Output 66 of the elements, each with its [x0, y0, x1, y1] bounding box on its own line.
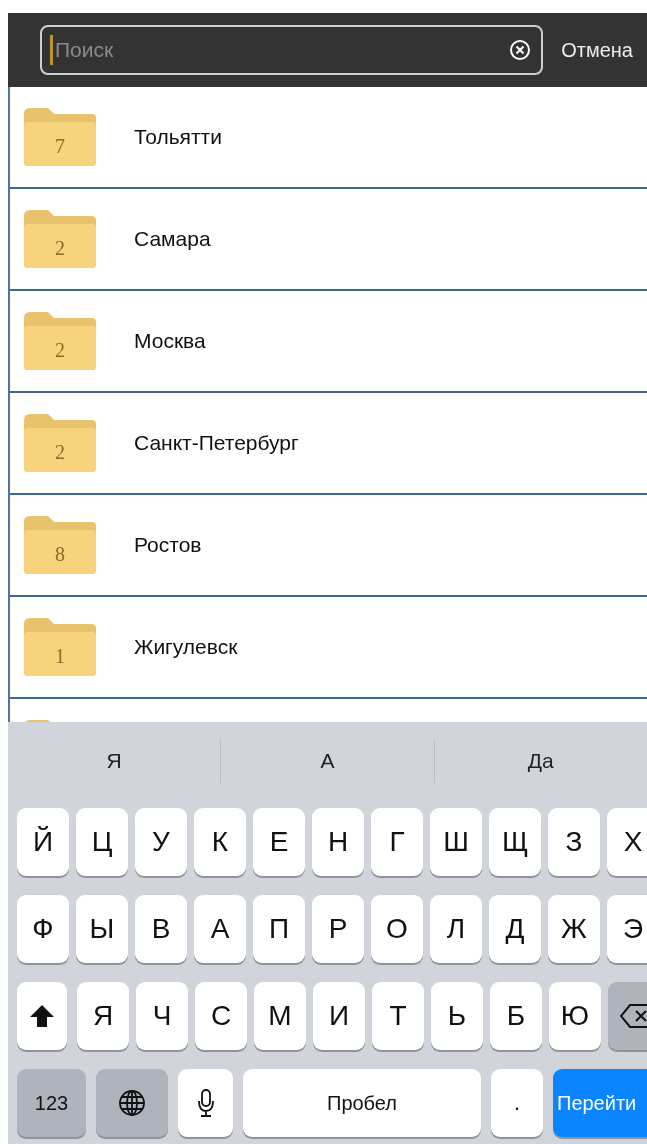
folder-row[interactable]: 2 Санкт-Петербург: [10, 393, 647, 495]
letter-key[interactable]: Н: [312, 808, 364, 876]
letter-key[interactable]: Э: [607, 895, 647, 963]
letter-key[interactable]: Е: [253, 808, 305, 876]
letter-key[interactable]: М: [254, 982, 306, 1050]
folder-name: Тольятти: [134, 125, 222, 149]
letter-key[interactable]: В: [135, 895, 187, 963]
folder-row[interactable]: 2 Самара: [10, 189, 647, 291]
folder-icon: 7: [22, 106, 98, 168]
letter-key[interactable]: Ш: [430, 808, 482, 876]
go-key[interactable]: Перейти: [553, 1069, 647, 1137]
letter-key[interactable]: Ы: [76, 895, 128, 963]
folder-row[interactable]: 1 Жигулевск: [10, 597, 647, 699]
folder-name: Москва: [134, 329, 206, 353]
folder-icon: 2: [22, 310, 98, 372]
letter-key[interactable]: Ч: [136, 982, 188, 1050]
letter-key[interactable]: П: [253, 895, 305, 963]
folder-row[interactable]: 7 Тольятти: [10, 87, 647, 189]
shift-key[interactable]: [17, 982, 67, 1050]
letter-key[interactable]: А: [194, 895, 246, 963]
folder-icon: 1: [22, 616, 98, 678]
folder-name: Ростов: [134, 533, 202, 557]
suggestion[interactable]: Да: [433, 739, 647, 783]
letter-key[interactable]: И: [313, 982, 365, 1050]
shift-icon: [29, 1003, 55, 1029]
folder-name: Санкт-Петербург: [134, 431, 299, 455]
letter-key[interactable]: Щ: [489, 808, 541, 876]
cancel-button[interactable]: Отмена: [561, 38, 633, 62]
letter-key[interactable]: Д: [489, 895, 541, 963]
suggestion[interactable]: А: [220, 739, 434, 783]
letter-key[interactable]: Ф: [17, 895, 69, 963]
letter-key[interactable]: Х: [607, 808, 647, 876]
folder-row[interactable]: 2 Москва: [10, 291, 647, 393]
folder-name: Самара: [134, 227, 211, 251]
letter-key[interactable]: О: [371, 895, 423, 963]
numbers-key[interactable]: 123: [17, 1069, 86, 1137]
letter-key[interactable]: Г: [371, 808, 423, 876]
letter-key[interactable]: У: [135, 808, 187, 876]
folder-name: Жигулевск: [134, 635, 238, 659]
folder-icon: 2: [22, 412, 98, 474]
period-key[interactable]: .: [491, 1069, 543, 1137]
space-key[interactable]: Пробел: [243, 1069, 481, 1137]
letter-key[interactable]: С: [195, 982, 247, 1050]
letter-key[interactable]: Я: [77, 982, 129, 1050]
globe-icon: [117, 1088, 147, 1118]
letter-key[interactable]: Ь: [431, 982, 483, 1050]
letter-key[interactable]: К: [194, 808, 246, 876]
letter-key[interactable]: Б: [490, 982, 542, 1050]
folder-icon: 2: [22, 208, 98, 270]
letter-key[interactable]: Р: [312, 895, 364, 963]
folder-row[interactable]: 8 Ростов: [10, 495, 647, 597]
clear-icon[interactable]: [509, 39, 532, 61]
microphone-key[interactable]: [178, 1069, 233, 1137]
letter-key[interactable]: Ц: [76, 808, 128, 876]
search-field[interactable]: Поиск: [40, 25, 544, 75]
letter-key[interactable]: Ж: [548, 895, 600, 963]
backspace-icon: [620, 1003, 647, 1029]
suggestion[interactable]: Я: [8, 739, 221, 783]
folder-icon: 8: [22, 514, 98, 576]
letter-key[interactable]: Т: [372, 982, 424, 1050]
letter-key[interactable]: З: [548, 808, 600, 876]
globe-key[interactable]: [96, 1069, 168, 1137]
microphone-icon: [196, 1088, 215, 1118]
letter-key[interactable]: Л: [430, 895, 482, 963]
letter-key[interactable]: Ю: [549, 982, 601, 1050]
letter-key[interactable]: Й: [17, 808, 69, 876]
